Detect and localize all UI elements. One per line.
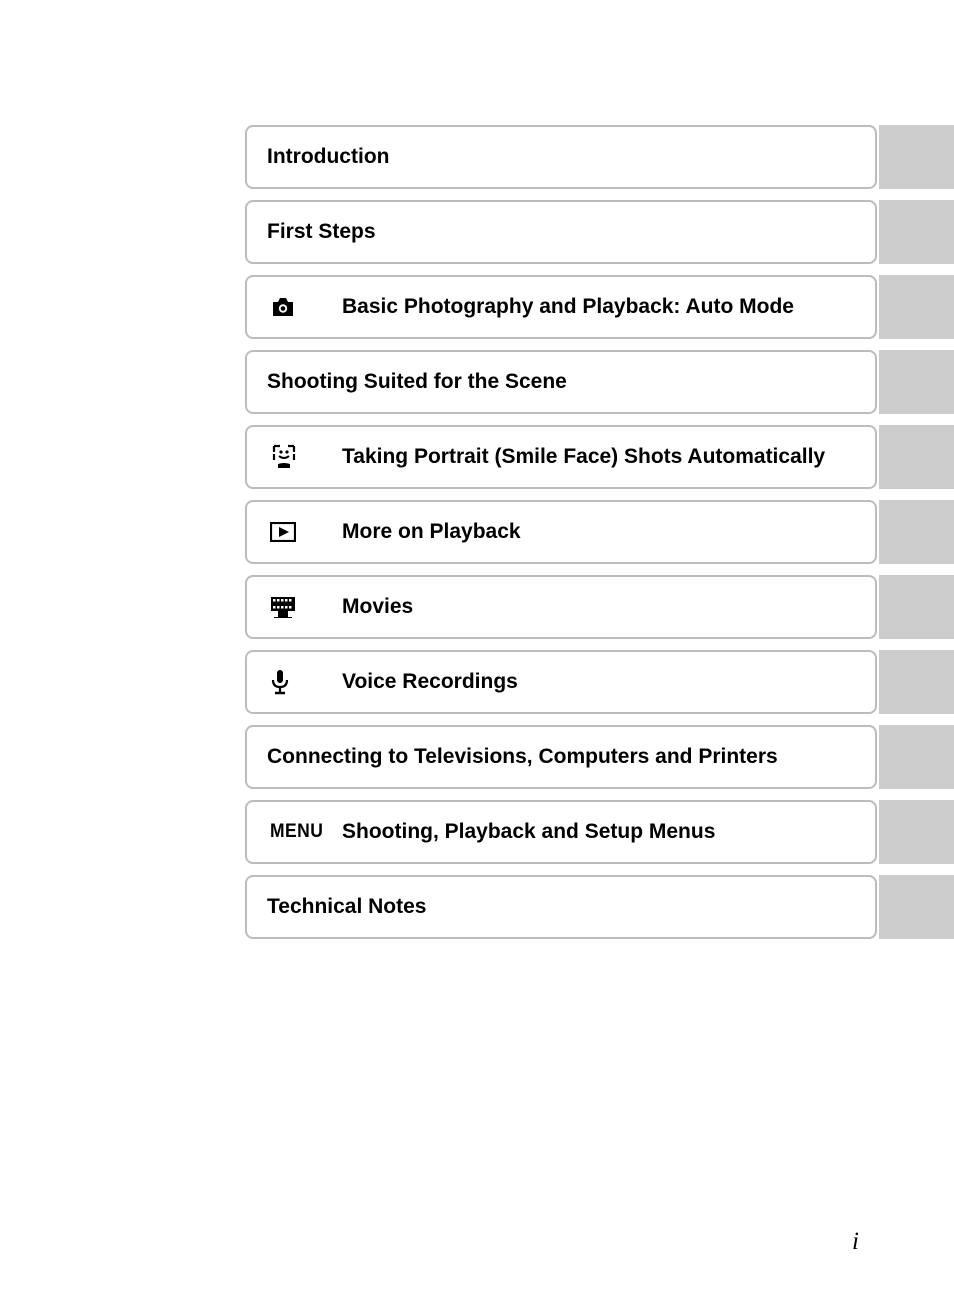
toc-row: More on Playback: [245, 500, 954, 564]
toc-row: Connecting to Televisions, Computers and…: [245, 725, 954, 789]
toc-item-technical-notes[interactable]: Technical Notes: [245, 875, 877, 939]
toc-row: First Steps: [245, 200, 954, 264]
smile-icon: [267, 444, 342, 470]
toc-item-voice-recordings[interactable]: Voice Recordings: [245, 650, 877, 714]
toc-label: Technical Notes: [267, 893, 427, 921]
movie-icon: [267, 596, 342, 618]
toc-tab: [879, 875, 954, 939]
page-number: i: [852, 1228, 859, 1256]
toc-label: More on Playback: [342, 518, 521, 546]
toc-row: Technical Notes: [245, 875, 954, 939]
camera-icon: [267, 296, 342, 318]
playback-icon: [267, 522, 342, 542]
toc-item-more-playback[interactable]: More on Playback: [245, 500, 877, 564]
toc-label: Connecting to Televisions, Computers and…: [267, 743, 778, 771]
toc-tab: [879, 200, 954, 264]
menu-icon: MENU: [267, 821, 342, 843]
toc-row: Basic Photography and Playback: Auto Mod…: [245, 275, 954, 339]
toc-row: MENU Shooting, Playback and Setup Menus: [245, 800, 954, 864]
mic-icon: [267, 669, 342, 695]
toc-tab: [879, 125, 954, 189]
toc-row: Introduction: [245, 125, 954, 189]
toc-label: Movies: [342, 593, 413, 621]
toc-tab: [879, 725, 954, 789]
toc-label: Shooting Suited for the Scene: [267, 368, 567, 396]
toc-label: Voice Recordings: [342, 668, 518, 696]
toc-tab: [879, 275, 954, 339]
toc-item-portrait-smile[interactable]: Taking Portrait (Smile Face) Shots Autom…: [245, 425, 877, 489]
toc-tab: [879, 575, 954, 639]
toc-row: Voice Recordings: [245, 650, 954, 714]
toc-label: Basic Photography and Playback: Auto Mod…: [342, 293, 794, 321]
toc-tab: [879, 350, 954, 414]
toc-container: Introduction First Steps Basic Photograp…: [245, 125, 954, 950]
toc-item-movies[interactable]: Movies: [245, 575, 877, 639]
toc-label: First Steps: [267, 218, 376, 246]
toc-tab: [879, 425, 954, 489]
toc-label: Introduction: [267, 143, 389, 171]
toc-item-shooting-scene[interactable]: Shooting Suited for the Scene: [245, 350, 877, 414]
menu-text-label: MENU: [270, 821, 323, 843]
toc-tab: [879, 650, 954, 714]
toc-tab: [879, 800, 954, 864]
toc-item-basic-photography[interactable]: Basic Photography and Playback: Auto Mod…: [245, 275, 877, 339]
toc-row: Shooting Suited for the Scene: [245, 350, 954, 414]
toc-item-connecting[interactable]: Connecting to Televisions, Computers and…: [245, 725, 877, 789]
toc-row: Movies: [245, 575, 954, 639]
toc-label: Shooting, Playback and Setup Menus: [342, 818, 715, 846]
toc-tab: [879, 500, 954, 564]
toc-item-first-steps[interactable]: First Steps: [245, 200, 877, 264]
toc-item-introduction[interactable]: Introduction: [245, 125, 877, 189]
toc-label: Taking Portrait (Smile Face) Shots Autom…: [342, 443, 825, 471]
toc-row: Taking Portrait (Smile Face) Shots Autom…: [245, 425, 954, 489]
toc-item-menus[interactable]: MENU Shooting, Playback and Setup Menus: [245, 800, 877, 864]
